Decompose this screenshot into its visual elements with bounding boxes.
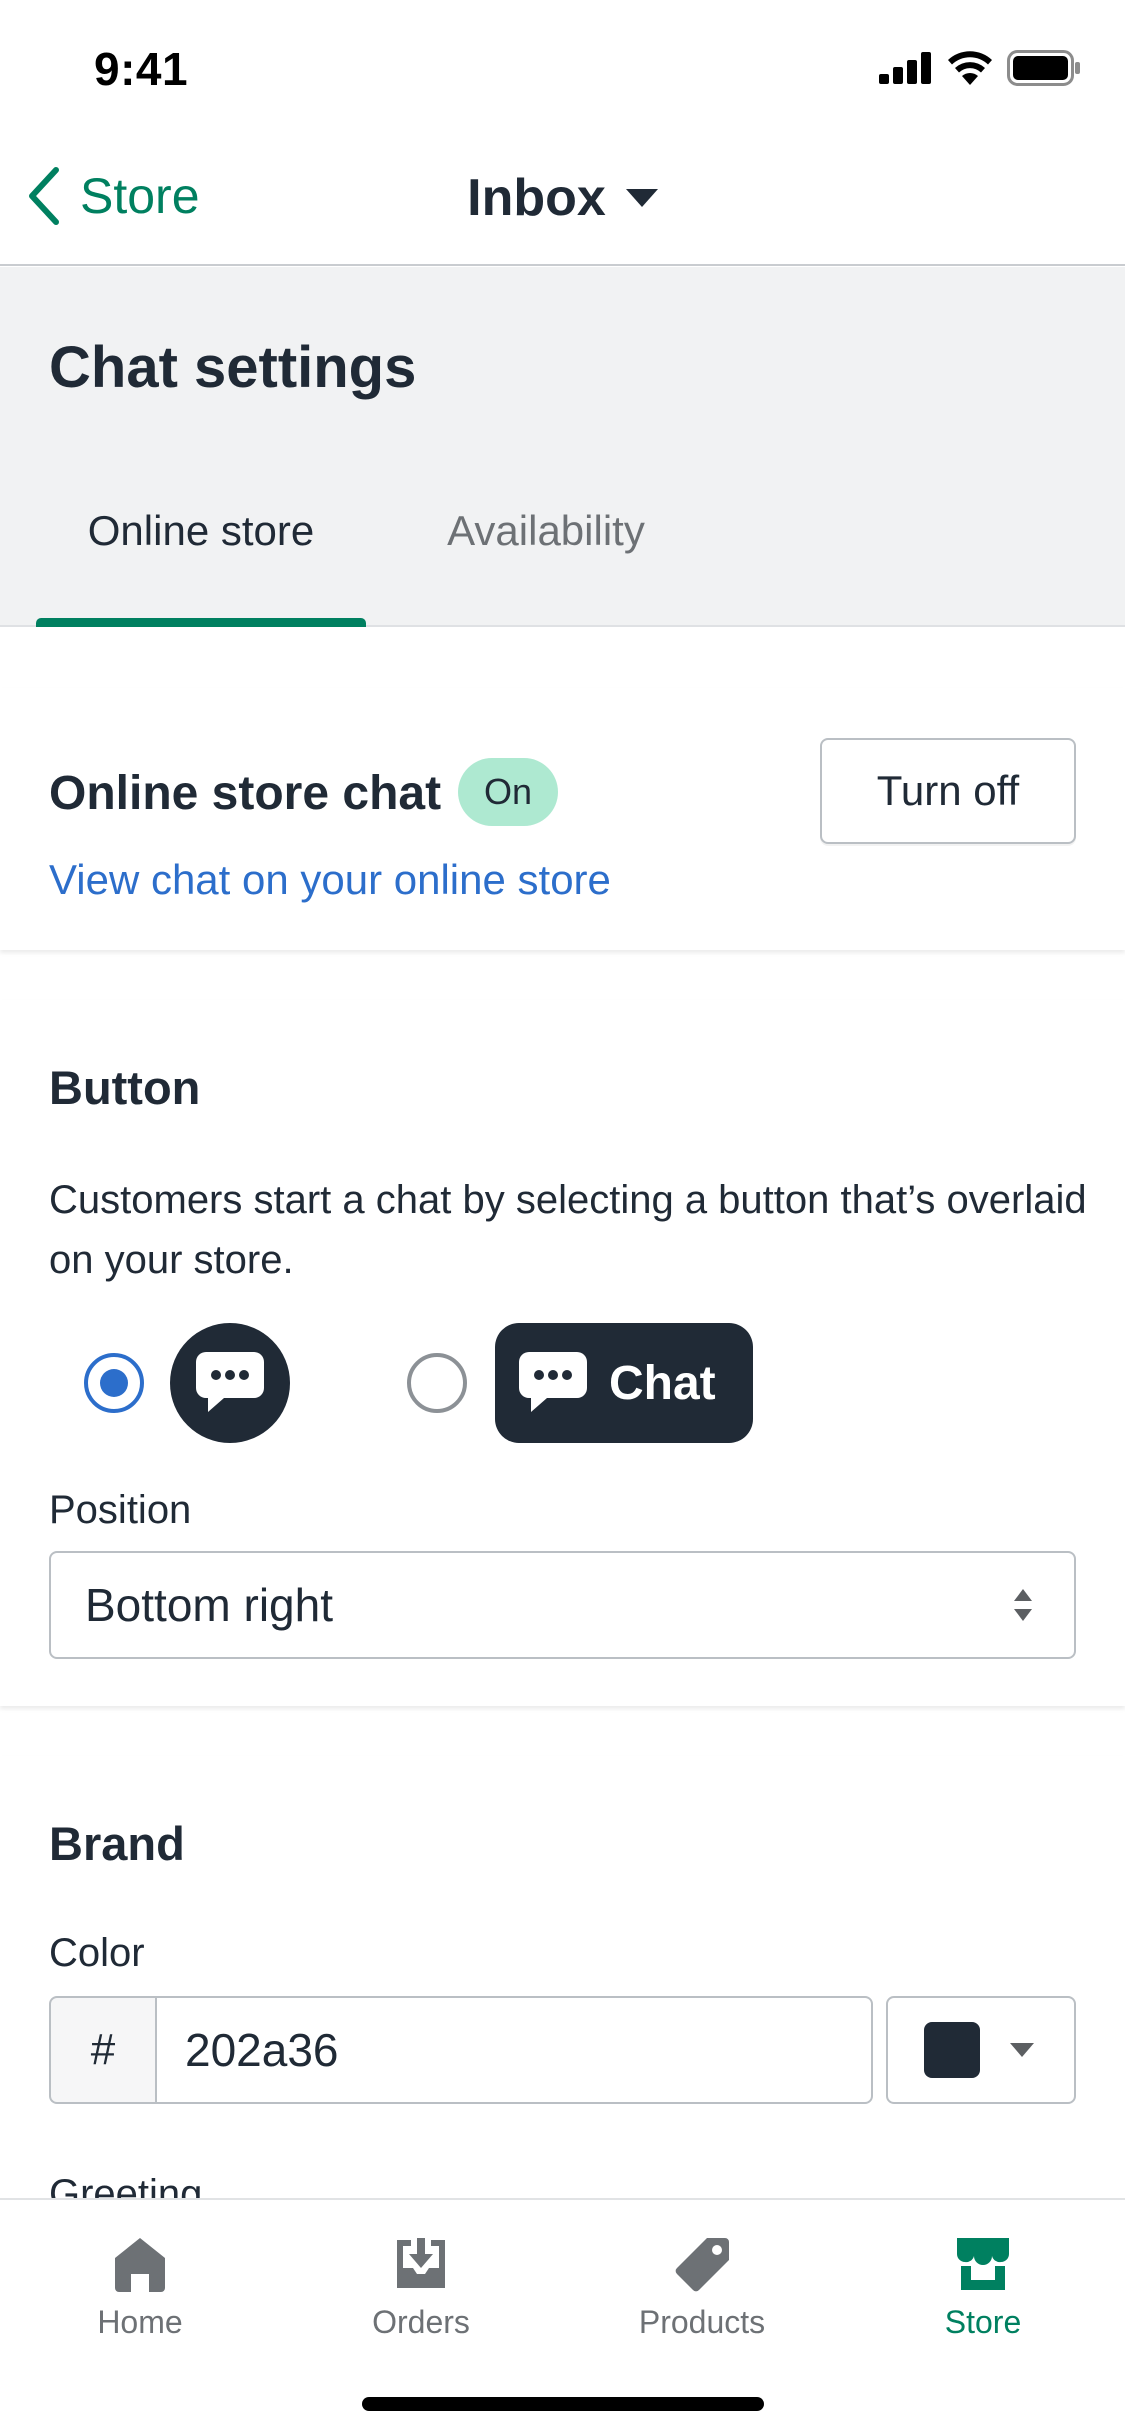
tab-online-store[interactable]: Online store bbox=[36, 507, 366, 627]
brand-settings-card: Brand Color # 202a36 bbox=[0, 1756, 1125, 2198]
online-store-chat-card: Online store chat On Turn off View chat … bbox=[0, 688, 1125, 950]
chat-bubble-icon bbox=[519, 1352, 587, 1412]
chat-label-button-preview: Chat bbox=[495, 1323, 753, 1443]
brand-section-heading: Brand bbox=[49, 1817, 185, 1870]
tab-online-store-label: Online store bbox=[87, 507, 315, 554]
nav-title: Inbox bbox=[467, 169, 606, 227]
tag-icon bbox=[675, 2238, 729, 2292]
tab-bar-products-label: Products bbox=[638, 2304, 766, 2340]
color-hex-input[interactable]: 202a36 bbox=[155, 1996, 873, 2104]
settings-tabs: Online store Availability bbox=[36, 507, 726, 627]
orders-icon bbox=[397, 2238, 445, 2288]
color-label: Color bbox=[49, 1931, 145, 1975]
select-arrows-icon bbox=[1014, 1589, 1032, 1621]
position-label: Position bbox=[49, 1488, 192, 1532]
tab-availability[interactable]: Availability bbox=[366, 507, 726, 627]
home-icon bbox=[115, 2238, 165, 2292]
chat-bubble-icon bbox=[196, 1352, 264, 1412]
hex-prefix: # bbox=[49, 1996, 155, 2104]
tab-bar-store-label: Store bbox=[944, 2304, 1022, 2340]
button-section-heading: Button bbox=[49, 1061, 201, 1114]
color-picker-button[interactable] bbox=[886, 1996, 1076, 2104]
navigation-bar: Store Inbox bbox=[0, 130, 1125, 266]
position-select[interactable]: Bottom right bbox=[49, 1551, 1076, 1659]
home-indicator bbox=[362, 2397, 764, 2411]
view-chat-link[interactable]: View chat on your online store bbox=[49, 856, 611, 904]
cellular-signal-icon bbox=[879, 52, 931, 84]
tab-bar-store[interactable]: Store bbox=[863, 2236, 1103, 2341]
chat-pill-label: Chat bbox=[609, 1356, 716, 1410]
caret-down-icon bbox=[625, 189, 658, 207]
status-badge: On bbox=[458, 758, 559, 826]
tab-bar-home-label: Home bbox=[97, 2304, 183, 2340]
status-bar: 9:41 bbox=[0, 0, 1125, 130]
tab-bar-home[interactable]: Home bbox=[20, 2236, 260, 2341]
page-header: Chat settings Online store Availability bbox=[0, 267, 1125, 627]
position-select-value: Bottom right bbox=[85, 1579, 333, 1631]
status-icons bbox=[879, 50, 1081, 86]
chat-settings-screen: 9:41 Store Inbox Chat settings Online st… bbox=[0, 0, 1125, 2436]
chat-icon-button-preview bbox=[170, 1323, 290, 1443]
color-swatch bbox=[924, 2022, 980, 2078]
page-title: Chat settings bbox=[49, 335, 417, 400]
button-section-description: Customers start a chat by selecting a bu… bbox=[49, 1178, 1087, 1282]
online-store-chat-title: Online store chat bbox=[49, 767, 442, 820]
radio-icon-only[interactable] bbox=[84, 1353, 144, 1413]
inbox-dropdown[interactable]: Inbox bbox=[0, 168, 1125, 228]
caret-down-icon bbox=[1010, 2043, 1034, 2057]
button-settings-card: Button Customers start a chat by selecti… bbox=[0, 1000, 1125, 1706]
turn-off-button[interactable]: Turn off bbox=[820, 738, 1076, 844]
tab-bar-products[interactable]: Products bbox=[582, 2236, 822, 2341]
wifi-icon bbox=[948, 51, 992, 85]
tab-bar-orders-label: Orders bbox=[372, 2304, 470, 2340]
tab-bar-orders[interactable]: Orders bbox=[301, 2236, 541, 2341]
tab-availability-label: Availability bbox=[447, 507, 645, 554]
radio-icon-with-label[interactable] bbox=[407, 1353, 467, 1413]
store-icon bbox=[957, 2238, 1009, 2290]
battery-icon bbox=[1007, 50, 1080, 86]
status-time: 9:41 bbox=[94, 43, 189, 95]
